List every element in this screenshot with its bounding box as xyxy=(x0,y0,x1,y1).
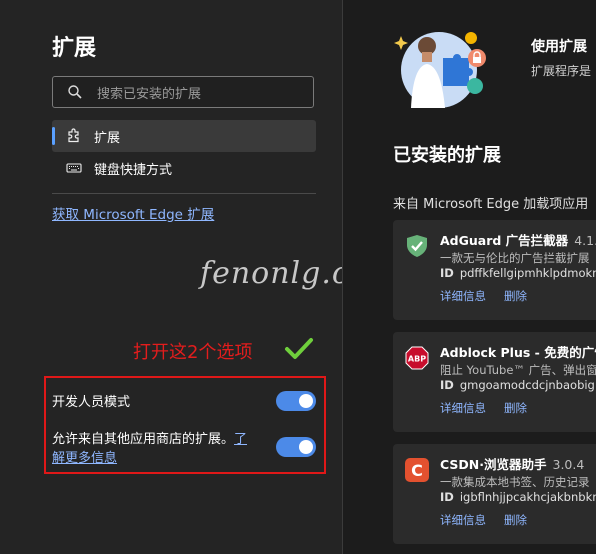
svg-text:ABP: ABP xyxy=(408,355,426,364)
get-extensions-link[interactable]: 获取 Microsoft Edge 扩展 xyxy=(52,203,214,223)
annotation-text: 打开这2个选项 xyxy=(133,342,253,363)
toggle-knob xyxy=(299,394,313,408)
main-panel: 使用扩展 扩展程序是 已安装的扩展 来自 Microsoft Edge 加载项应… xyxy=(343,0,596,554)
id-label: ID xyxy=(440,378,454,392)
extension-version: 4.1.55 xyxy=(574,233,596,248)
allow-other-stores-label: 允许来自其他应用商店的扩展。了 xyxy=(52,428,247,447)
id-value: pdffkfellgipmhklpdmokn xyxy=(459,266,596,280)
shield-check-icon xyxy=(407,235,427,257)
extension-name-text: CSDN·浏览器助手 xyxy=(440,457,547,472)
id-value: igbflnhjjpcakhcjakbnbkn xyxy=(459,490,596,504)
id-value: gmgoamodcdcjnbaobig xyxy=(459,378,595,392)
search-placeholder: 搜索已安装的扩展 xyxy=(97,87,202,102)
allow-other-stores-text: 允许来自其他应用商店的扩展。 xyxy=(52,432,235,447)
extension-description: 一款集成本地书签、历史记录 xyxy=(440,475,590,489)
id-label: ID xyxy=(440,490,454,504)
checkmark-icon xyxy=(285,338,313,359)
remove-link[interactable]: 删除 xyxy=(504,512,527,528)
developer-mode-toggle[interactable] xyxy=(276,391,316,411)
extension-version: 3.0.4 xyxy=(552,457,585,472)
search-input[interactable]: 搜索已安装的扩展 xyxy=(52,76,314,108)
details-link[interactable]: 详细信息 xyxy=(440,400,486,416)
extension-name: Adblock Plus - 免费的广告拦 xyxy=(440,342,596,361)
puzzle-icon xyxy=(68,128,79,143)
page-title: 扩展 xyxy=(52,36,97,61)
details-link[interactable]: 详细信息 xyxy=(440,288,486,304)
allow-other-stores-toggle[interactable] xyxy=(276,437,316,457)
extensions-illustration xyxy=(394,32,486,108)
sidebar-item-extensions[interactable]: 扩展 xyxy=(52,120,316,152)
sidebar-item-keyboard-shortcuts[interactable]: 键盘快捷方式 xyxy=(52,152,316,184)
extension-name-text: Adblock Plus - 免费的广告拦 xyxy=(440,345,596,360)
csdn-c-icon: C xyxy=(405,458,429,482)
sidebar: 扩展 搜索已安装的扩展 扩展 键盘快捷方式 获取 Microsoft Edge … xyxy=(0,0,397,554)
id-label: ID xyxy=(440,266,454,280)
header-title: 使用扩展 xyxy=(531,39,587,55)
search-icon xyxy=(68,85,82,99)
divider xyxy=(52,193,316,194)
learn-more-link-start[interactable]: 了 xyxy=(234,432,247,447)
keyboard-icon xyxy=(66,163,82,173)
extension-name: CSDN·浏览器助手 3.0.4 xyxy=(440,454,584,473)
extension-name: AdGuard 广告拦截器 4.1.55 xyxy=(440,230,596,249)
source-label: 来自 Microsoft Edge 加载项应用 xyxy=(393,197,589,212)
learn-more-link[interactable]: 解更多信息 xyxy=(52,447,117,466)
extension-name-text: AdGuard 广告拦截器 xyxy=(440,233,569,248)
extension-description: 阻止 YouTube™ 广告、弹出窗 xyxy=(440,363,596,377)
remove-link[interactable]: 删除 xyxy=(504,288,527,304)
sidebar-item-label: 扩展 xyxy=(94,131,121,146)
extension-card-adguard: AdGuard 广告拦截器 4.1.55 一款无与伦比的广告拦截扩展 ID pdff… xyxy=(393,220,596,320)
active-indicator xyxy=(52,127,55,145)
extension-id: ID gmgoamodcdcjnbaobig xyxy=(440,378,595,392)
extension-card-adblock-plus: ABP Adblock Plus - 免费的广告拦 阻止 YouTube™ 广告… xyxy=(393,332,596,432)
developer-mode-label: 开发人员模式 xyxy=(52,395,131,410)
installed-extensions-heading: 已安装的扩展 xyxy=(393,145,501,166)
extension-card-csdn: C CSDN·浏览器助手 3.0.4 一款集成本地书签、历史记录 ID igbfln… xyxy=(393,444,596,544)
learn-more-link-text[interactable]: 解更多信息 xyxy=(52,451,117,466)
abp-stop-icon: ABP xyxy=(405,346,429,370)
extension-id: ID pdffkfellgipmhklpdmokn xyxy=(440,266,596,280)
extension-id: ID igbflnhjjpcakhcjakbnbkn xyxy=(440,490,596,504)
header-subtitle: 扩展程序是 xyxy=(531,64,592,78)
details-link[interactable]: 详细信息 xyxy=(440,512,486,528)
extension-description: 一款无与伦比的广告拦截扩展 xyxy=(440,251,590,265)
toggle-knob xyxy=(299,440,313,454)
sidebar-item-label: 键盘快捷方式 xyxy=(94,163,173,178)
remove-link[interactable]: 删除 xyxy=(504,400,527,416)
svg-text:C: C xyxy=(411,461,423,480)
